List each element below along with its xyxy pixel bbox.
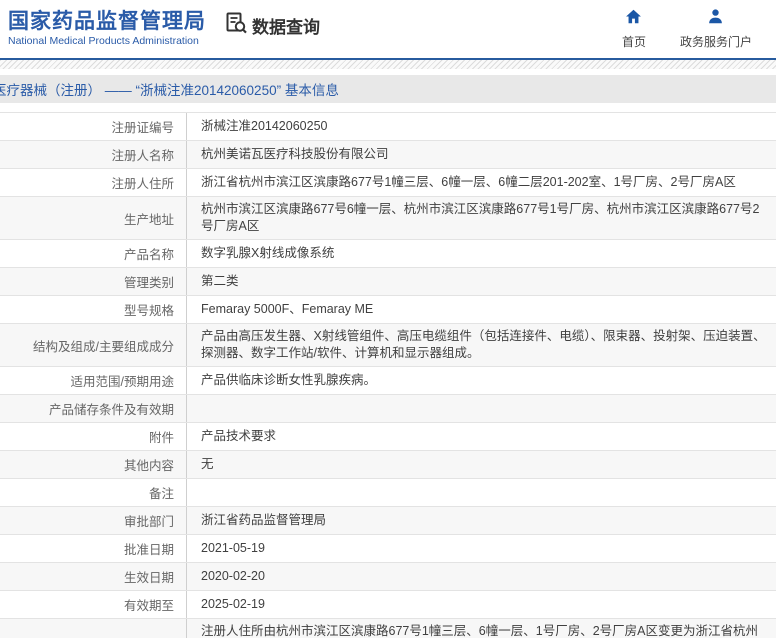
row-value: 浙械注准20142060250 bbox=[201, 119, 328, 133]
row-label: 结构及组成/主要组成成分 bbox=[0, 324, 187, 366]
table-row: 产品名称 数字乳腺X射线成像系统 bbox=[0, 240, 776, 268]
row-label: 管理类别 bbox=[0, 268, 187, 295]
row-value: 第二类 bbox=[201, 274, 239, 288]
row-value: 产品技术要求 bbox=[201, 429, 277, 443]
breadcrumb: 医疗器械（注册） —— “浙械注准20142060250” 基本信息 bbox=[0, 83, 339, 98]
table-row: 注册人名称 杭州美诺瓦医疗科技股份有限公司 bbox=[0, 141, 776, 169]
user-icon bbox=[707, 8, 724, 30]
agency-logo: 国家药品监督管理局 National Medical Products Admi… bbox=[8, 10, 206, 48]
row-value: 产品由高压发生器、X射线管组件、高压电缆组件（包括连接件、电缆）、限束器、投射架… bbox=[201, 329, 766, 360]
row-value: 2021-05-19 bbox=[201, 541, 265, 555]
row-value: Femaray 5000F、Femaray ME bbox=[201, 302, 374, 316]
breadcrumb-bar: 医疗器械（注册） —— “浙械注准20142060250” 基本信息 bbox=[0, 75, 776, 103]
row-label: 审批部门 bbox=[0, 507, 187, 534]
row-label: 注册人名称 bbox=[0, 141, 187, 168]
table-row: 生产地址 杭州市滨江区滨康路677号6幢一层、杭州市滨江区滨康路677号1号厂房、… bbox=[0, 197, 776, 240]
row-label: 注册证编号 bbox=[0, 113, 187, 140]
row-value: 产品供临床诊断女性乳腺疾病。 bbox=[201, 373, 377, 387]
table-row: 型号规格 Femaray 5000F、Femaray ME bbox=[0, 296, 776, 324]
hatched-divider bbox=[0, 60, 776, 69]
table-row: 产品储存条件及有效期 bbox=[0, 395, 776, 423]
agency-title: 国家药品监督管理局 bbox=[8, 10, 206, 33]
top-nav: 首页 政务服务门户 bbox=[622, 8, 752, 50]
table-row: 批准日期 2021-05-19 bbox=[0, 535, 776, 563]
row-value: 2020-02-20 bbox=[201, 569, 265, 583]
table-row: 结构及组成/主要组成成分 产品由高压发生器、X射线管组件、高压电缆组件（包括连接件… bbox=[0, 324, 776, 367]
nav-gov-portal[interactable]: 政务服务门户 bbox=[680, 8, 752, 50]
row-value: 数字乳腺X射线成像系统 bbox=[201, 246, 335, 260]
row-value: 注册人住所由杭州市滨江区滨康路677号1幢三层、6幢一层、1号厂房、2号厂房A区… bbox=[201, 624, 759, 638]
table-row: 备注 bbox=[0, 479, 776, 507]
nav-home-label: 首页 bbox=[621, 35, 646, 49]
table-row: 变更情况注册人住所由杭州市滨江区滨康路677号1幢三层、6幢一层、1号厂房、2号… bbox=[0, 619, 776, 638]
home-icon bbox=[625, 8, 642, 30]
row-value: 杭州市滨江区滨康路677号6幢一层、杭州市滨江区滨康路677号1号厂房、杭州市滨… bbox=[201, 202, 760, 233]
row-value bbox=[187, 395, 776, 422]
row-label: 生产地址 bbox=[0, 197, 187, 239]
table-row: 注册证编号 浙械注准20142060250 bbox=[0, 113, 776, 141]
data-query-section: 数据查询 bbox=[224, 11, 320, 40]
table-row: 有效期至 2025-02-19 bbox=[0, 591, 776, 619]
row-value: 无 bbox=[201, 457, 214, 471]
document-search-icon bbox=[224, 11, 248, 40]
table-row: 适用范围/预期用途 产品供临床诊断女性乳腺疾病。 bbox=[0, 367, 776, 395]
table-row: 审批部门 浙江省药品监督管理局 bbox=[0, 507, 776, 535]
nav-gov-portal-label: 政务服务门户 bbox=[679, 35, 752, 49]
row-label: 适用范围/预期用途 bbox=[0, 367, 187, 394]
row-label: 变更情况 bbox=[0, 619, 187, 638]
table-row: 生效日期 2020-02-20 bbox=[0, 563, 776, 591]
row-value: 浙江省药品监督管理局 bbox=[201, 513, 327, 527]
table-row: 注册人住所 浙江省杭州市滨江区滨康路677号1幢三层、6幢一层、6幢二层201-2… bbox=[0, 169, 776, 197]
registration-info-table: 注册证编号 浙械注准20142060250 注册人名称 杭州美诺瓦医疗科技股份有限公司… bbox=[0, 112, 776, 638]
page-header: 国家药品监督管理局 National Medical Products Admi… bbox=[0, 0, 776, 60]
agency-subtitle: National Medical Products Administration bbox=[8, 35, 199, 47]
table-row: 附件 产品技术要求 bbox=[0, 423, 776, 451]
row-label: 型号规格 bbox=[0, 296, 187, 323]
table-row: 其他内容无 bbox=[0, 451, 776, 479]
row-label: 产品储存条件及有效期 bbox=[0, 395, 187, 422]
row-label: 注册人住所 bbox=[0, 169, 187, 196]
row-label: 有效期至 bbox=[0, 591, 187, 618]
row-label: 产品名称 bbox=[0, 240, 187, 267]
table-row: 管理类别 第二类 bbox=[0, 268, 776, 296]
row-label: 批准日期 bbox=[0, 535, 187, 562]
row-label: 生效日期 bbox=[0, 563, 187, 590]
row-value bbox=[187, 479, 776, 506]
nav-home[interactable]: 首页 bbox=[622, 8, 646, 50]
row-value: 杭州美诺瓦医疗科技股份有限公司 bbox=[201, 147, 389, 161]
row-label: 附件 bbox=[0, 423, 187, 450]
row-label: 其他内容 bbox=[0, 451, 187, 478]
row-label: 备注 bbox=[0, 479, 187, 506]
row-value: 2025-02-19 bbox=[201, 597, 265, 611]
row-value: 浙江省杭州市滨江区滨康路677号1幢三层、6幢一层、6幢二层201-202室、1… bbox=[201, 175, 736, 189]
section-title: 数据查询 bbox=[252, 17, 320, 37]
